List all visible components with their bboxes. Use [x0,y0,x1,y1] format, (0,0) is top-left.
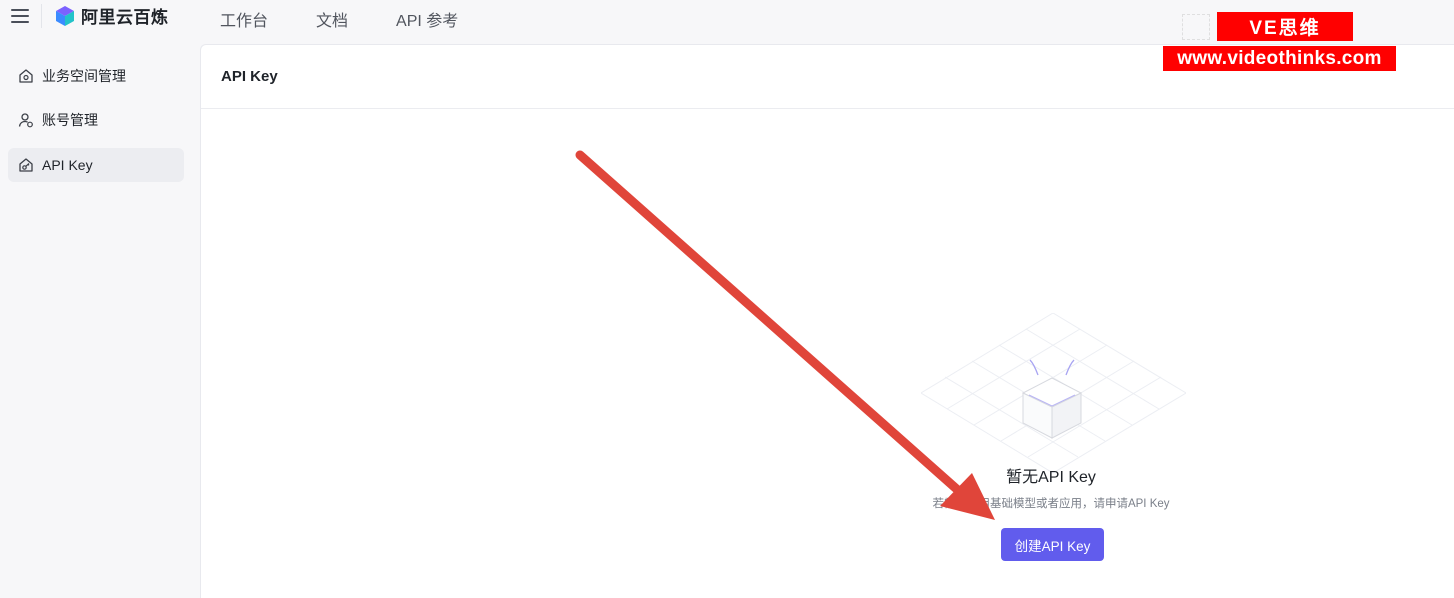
nav-docs[interactable]: 文档 [316,7,348,31]
watermark-brand: VE思维 [1217,12,1353,41]
empty-state-description: 若需要调用基础模型或者应用，请申请API Key [932,498,1170,510]
brand-logo[interactable]: 阿里云百炼 [54,3,169,28]
brand-name: 阿里云百炼 [81,8,169,27]
sidebar-item-label: 账号管理 [42,112,98,128]
empty-state-title: 暂无API Key [1006,469,1096,486]
page-title: API Key [221,68,278,85]
top-nav: 工作台 文档 API 参考 [220,7,506,31]
sidebar: 业务空间管理 账号管理 API Key [0,44,200,598]
api-key-icon [19,158,33,172]
nav-api-reference[interactable]: API 参考 [396,7,458,31]
create-api-key-button[interactable]: 创建API Key [1001,528,1104,561]
watermark-qr-icon [1182,14,1210,40]
sidebar-item-workspace[interactable]: 业务空间管理 [8,59,184,93]
bailian-logo-icon [56,5,74,26]
empty-box-illustration [921,313,1186,474]
sidebar-item-account[interactable]: 账号管理 [8,103,184,137]
workspace-icon [19,69,33,83]
main-panel: API Key 暂无API Key 若需要调用基础模型或者应用，请申请API K… [200,44,1454,598]
sidebar-item-label: API Key [42,157,93,173]
account-icon [18,113,33,128]
hamburger-menu-icon[interactable] [10,7,30,25]
nav-workbench[interactable]: 工作台 [220,7,268,31]
divider [41,4,42,28]
sidebar-item-api-key[interactable]: API Key [8,148,184,182]
sidebar-item-label: 业务空间管理 [42,68,126,84]
watermark-url: www.videothinks.com [1163,46,1396,71]
